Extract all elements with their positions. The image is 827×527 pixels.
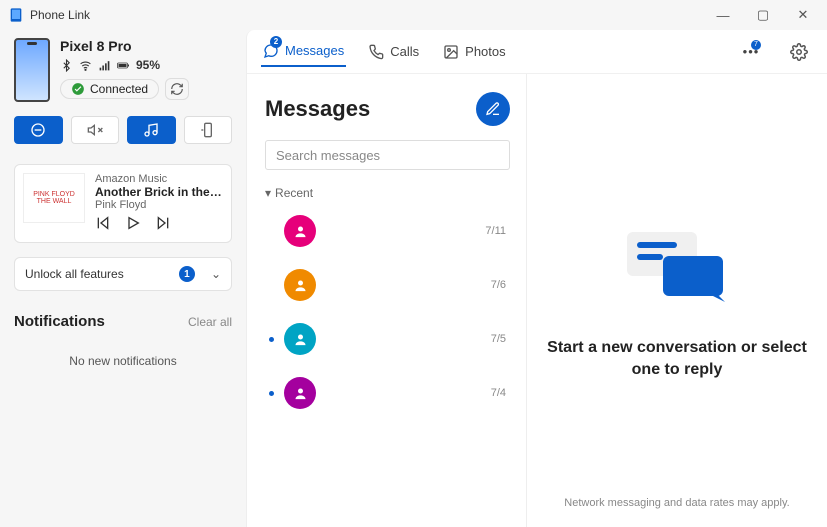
close-icon: ✕: [798, 7, 809, 23]
search-input[interactable]: Search messages: [265, 140, 510, 170]
compose-icon: [485, 101, 501, 117]
unlock-badge: 1: [179, 266, 195, 282]
dnd-button[interactable]: [14, 116, 63, 144]
thread-row[interactable]: 7/5: [265, 312, 510, 366]
media-source: Amazon Music: [95, 173, 223, 185]
close-button[interactable]: ✕: [783, 1, 823, 29]
conversation-illustration: [617, 220, 737, 313]
person-icon: [293, 278, 308, 293]
minimize-button[interactable]: —: [703, 1, 743, 29]
tab-messages-label: Messages: [285, 43, 344, 58]
minimize-icon: —: [717, 8, 730, 23]
music-icon: [143, 122, 159, 138]
cast-button[interactable]: [184, 116, 233, 144]
phone-card: Pixel 8 Pro 95% Connected: [14, 38, 232, 102]
chevron-down-icon: ▾: [265, 186, 271, 200]
settings-button[interactable]: [785, 38, 813, 66]
person-icon: [293, 386, 308, 401]
thread-date: 7/5: [491, 333, 506, 345]
unlock-features-row[interactable]: Unlock all features 1 ⌄: [14, 257, 232, 291]
maximize-icon: ▢: [757, 7, 769, 23]
refresh-icon: [170, 82, 184, 96]
notifications-header: Notifications Clear all: [14, 313, 232, 330]
photos-icon: [443, 44, 459, 60]
titlebar: Phone Link — ▢ ✕: [0, 0, 827, 30]
clear-all-button[interactable]: Clear all: [188, 315, 232, 329]
unread-dot: [269, 391, 274, 396]
media-artist: Pink Floyd: [95, 199, 223, 211]
battery-icon: [117, 59, 130, 72]
phone-name: Pixel 8 Pro: [60, 38, 189, 54]
thread-row[interactable]: 7/6: [265, 258, 510, 312]
bluetooth-icon: [60, 59, 73, 72]
play-button[interactable]: [125, 215, 141, 234]
maximize-button[interactable]: ▢: [743, 1, 783, 29]
wifi-icon: [79, 59, 92, 72]
main-panel: 2 Messages Calls Photos ••• 7: [246, 30, 827, 527]
album-art: PINK FLOYDTHE WALL: [23, 173, 85, 223]
tab-photos[interactable]: Photos: [441, 38, 507, 66]
dnd-icon: [30, 122, 46, 138]
prev-track-button[interactable]: [95, 215, 111, 234]
phone-graphic: [14, 38, 50, 102]
prev-icon: [95, 215, 111, 231]
sidebar: Pixel 8 Pro 95% Connected: [0, 30, 246, 527]
person-icon: [293, 224, 308, 239]
unlock-label: Unlock all features: [25, 267, 124, 281]
connected-check-icon: [71, 82, 85, 96]
media-card: PINK FLOYDTHE WALL Amazon Music Another …: [14, 164, 232, 243]
avatar: [284, 323, 316, 355]
tab-messages[interactable]: 2 Messages: [261, 37, 346, 67]
recent-section-label[interactable]: ▾ Recent: [265, 186, 510, 200]
refresh-button[interactable]: [165, 78, 189, 100]
messages-badge: 2: [270, 36, 282, 48]
avatar: [284, 377, 316, 409]
next-icon: [155, 215, 171, 231]
search-placeholder: Search messages: [276, 148, 380, 163]
messages-title: Messages: [265, 96, 370, 122]
connected-label: Connected: [90, 82, 148, 96]
gear-icon: [790, 43, 808, 61]
play-icon: [125, 215, 141, 231]
music-button[interactable]: [127, 116, 176, 144]
connection-status: Connected: [60, 79, 159, 99]
empty-heading: Start a new conversation or select one t…: [547, 337, 807, 382]
thread-date: 7/11: [485, 225, 506, 237]
notifications-empty: No new notifications: [14, 354, 232, 368]
recent-label: Recent: [275, 186, 313, 200]
quick-action-row: [14, 116, 232, 144]
thread-date: 7/6: [491, 279, 506, 291]
calls-icon: [368, 44, 384, 60]
tab-calls-label: Calls: [390, 44, 419, 59]
signal-icon: [98, 59, 111, 72]
mute-icon: [87, 122, 103, 138]
unread-dot: [269, 337, 274, 342]
person-icon: [293, 332, 308, 347]
top-nav: 2 Messages Calls Photos ••• 7: [247, 30, 827, 74]
compose-button[interactable]: [476, 92, 510, 126]
thread-date: 7/4: [491, 387, 506, 399]
cast-icon: [200, 122, 216, 138]
tab-calls[interactable]: Calls: [366, 38, 421, 66]
more-badge: 7: [751, 40, 761, 50]
empty-footer: Network messaging and data rates may app…: [564, 497, 789, 509]
mute-button[interactable]: [71, 116, 120, 144]
thread-row[interactable]: 7/11: [265, 204, 510, 258]
avatar: [284, 215, 316, 247]
messages-list-panel: Messages Search messages ▾ Recent 7/11: [247, 74, 527, 527]
chevron-down-icon: ⌄: [211, 267, 221, 281]
tab-photos-label: Photos: [465, 44, 505, 59]
battery-percent: 95%: [136, 58, 160, 72]
more-button[interactable]: ••• 7: [737, 38, 765, 66]
empty-conversation-panel: Start a new conversation or select one t…: [527, 74, 827, 527]
avatar: [284, 269, 316, 301]
status-icons: 95%: [60, 58, 189, 72]
app-title: Phone Link: [30, 8, 90, 22]
next-track-button[interactable]: [155, 215, 171, 234]
thread-row[interactable]: 7/4: [265, 366, 510, 420]
notifications-title: Notifications: [14, 313, 105, 330]
media-track: Another Brick in the Wall,...: [95, 185, 223, 199]
app-icon: [8, 7, 24, 23]
